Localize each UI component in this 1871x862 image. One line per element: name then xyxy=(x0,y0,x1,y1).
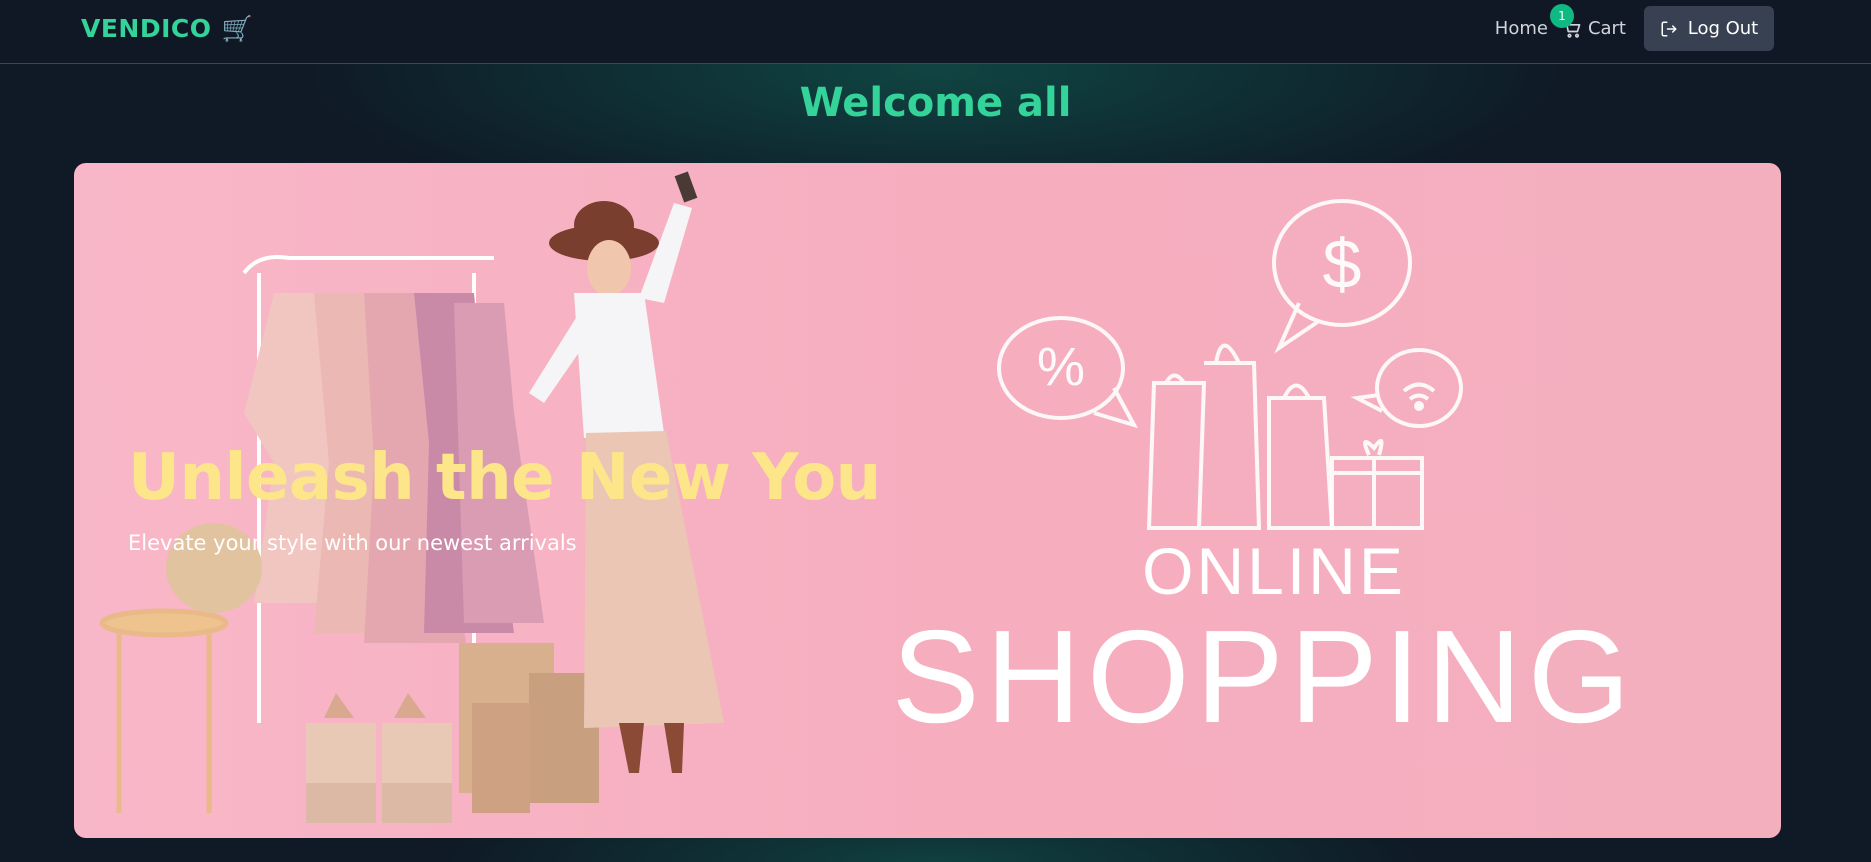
hero-banner: % $ ONLINE SHOPPING Unleash the New You … xyxy=(74,163,1781,838)
logout-button[interactable]: Log Out xyxy=(1644,6,1774,51)
side-table-icon xyxy=(99,608,229,813)
gift-box-icon xyxy=(1330,439,1424,530)
paper-bags-icon xyxy=(459,643,599,813)
logout-icon xyxy=(1661,21,1677,36)
nav-actions: Home 1 Cart Log Out xyxy=(1495,4,1774,51)
shopping-text: SHOPPING xyxy=(891,603,1637,750)
cart-count-badge: 1 xyxy=(1549,4,1574,28)
shoe-boxes-icon xyxy=(306,693,452,823)
wifi-bubble-icon xyxy=(1350,348,1463,428)
brand-logo[interactable]: VENDICO 🛒 xyxy=(81,14,253,43)
logout-label: Log Out xyxy=(1687,18,1759,39)
welcome-heading: Welcome all xyxy=(799,80,1072,126)
hero-subtitle: Elevate your style with our newest arriv… xyxy=(128,531,577,555)
nav-home-link[interactable]: Home xyxy=(1495,18,1548,39)
svg-text:%: % xyxy=(1037,337,1085,397)
online-text: ONLINE xyxy=(1142,534,1406,608)
nav-cart-link[interactable]: 1 Cart xyxy=(1549,4,1626,39)
svg-text:$: $ xyxy=(1323,225,1362,303)
navbar: VENDICO 🛒 Home 1 Cart Log Out xyxy=(0,0,1871,64)
shopping-bags-icon xyxy=(1146,343,1335,530)
shopping-cart-icon: 🛒 xyxy=(221,14,254,43)
brand-name: VENDICO xyxy=(81,14,212,43)
hero-title: Unleash the New You xyxy=(128,441,881,515)
cart-label: Cart xyxy=(1587,18,1626,39)
